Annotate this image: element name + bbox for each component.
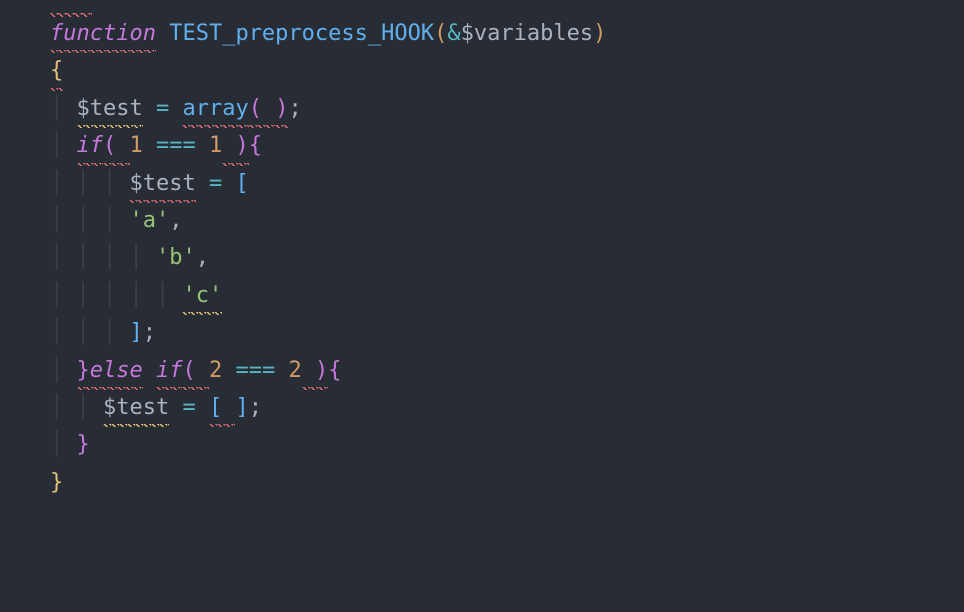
- open-brace: {: [328, 358, 341, 383]
- indent-guide: │ │ │ │ │: [50, 283, 182, 308]
- string-literal: 'a': [129, 208, 169, 233]
- variable-test: $test: [129, 165, 195, 202]
- indent-guide: │: [50, 96, 77, 121]
- keyword-function: function: [50, 15, 156, 52]
- number-literal: 1: [130, 133, 143, 158]
- semicolon: ;: [249, 395, 262, 420]
- keyword-else: else: [90, 358, 143, 383]
- close-paren: ): [275, 90, 288, 127]
- open-paren: (: [182, 358, 195, 383]
- code-line: │ │ $test = [ ];: [50, 389, 964, 426]
- function-name: TEST_preprocess_HOOK: [169, 21, 434, 46]
- assign-op: =: [169, 395, 209, 420]
- indent-guide: │ │ │: [50, 320, 129, 345]
- code-line: │ }: [50, 426, 964, 463]
- strict-equals: ===: [143, 133, 209, 158]
- code-line: │ │ │ $test = [: [50, 165, 964, 202]
- code-line: │ if( 1 === 1 ){: [50, 127, 964, 164]
- semicolon: ;: [288, 96, 301, 121]
- code-line: │ $test = array( );: [50, 90, 964, 127]
- open-bracket: [: [235, 171, 248, 196]
- variable-test: $test: [77, 90, 143, 127]
- comma: ,: [196, 245, 209, 270]
- close-paren: ): [222, 127, 249, 164]
- ampersand: &: [447, 21, 460, 46]
- string-literal: 'b': [156, 245, 196, 270]
- code-line: │ │ │ 'a',: [50, 202, 964, 239]
- number-literal: 2: [209, 358, 222, 383]
- open-paren: (: [103, 133, 116, 158]
- open-paren: (: [434, 21, 447, 46]
- code-editor[interactable]: function TEST_preprocess_HOOK(&$variable…: [50, 15, 964, 501]
- close-paren: ): [593, 21, 606, 46]
- close-bracket: ]: [235, 395, 248, 420]
- variable-param: $variables: [461, 21, 593, 46]
- indent-guide: │ │ │: [50, 208, 129, 233]
- number-literal: 2: [288, 358, 301, 383]
- close-brace: }: [77, 432, 90, 457]
- strict-equals: ===: [222, 358, 288, 383]
- indent-guide: │ │ │: [50, 171, 129, 196]
- open-paren: (: [249, 90, 276, 127]
- keyword-if: if: [156, 352, 183, 389]
- code-line: }: [50, 464, 964, 501]
- code-line: │ │ │ │ │ 'c': [50, 277, 964, 314]
- close-paren: ): [302, 352, 329, 389]
- code-line: │ │ │ ];: [50, 314, 964, 351]
- code-line: │ }else if( 2 === 2 ){: [50, 352, 964, 389]
- indent-guide: │ │: [50, 395, 103, 420]
- open-brace: {: [249, 133, 262, 158]
- close-brace: }: [50, 470, 63, 495]
- open-bracket: [: [209, 389, 236, 426]
- close-brace: }: [77, 358, 90, 383]
- semicolon: ;: [143, 320, 156, 345]
- string-literal: 'c': [182, 277, 222, 314]
- keyword-if: if: [77, 127, 104, 164]
- indent-guide: │: [50, 133, 77, 158]
- indent-guide: │ │ │ │: [50, 245, 156, 270]
- code-line: function TEST_preprocess_HOOK(&$variable…: [50, 15, 964, 52]
- keyword-array: array: [182, 90, 248, 127]
- code-line: │ │ │ │ 'b',: [50, 239, 964, 276]
- variable-test: $test: [103, 389, 169, 426]
- code-line: {: [50, 52, 964, 89]
- close-bracket: ]: [129, 320, 142, 345]
- open-brace: {: [50, 52, 63, 89]
- indent-guide: │: [50, 358, 77, 383]
- comma: ,: [169, 208, 182, 233]
- assign-op: =: [196, 171, 236, 196]
- number-literal: 1: [209, 133, 222, 158]
- assign-op: =: [143, 96, 183, 121]
- indent-guide: │: [50, 432, 77, 457]
